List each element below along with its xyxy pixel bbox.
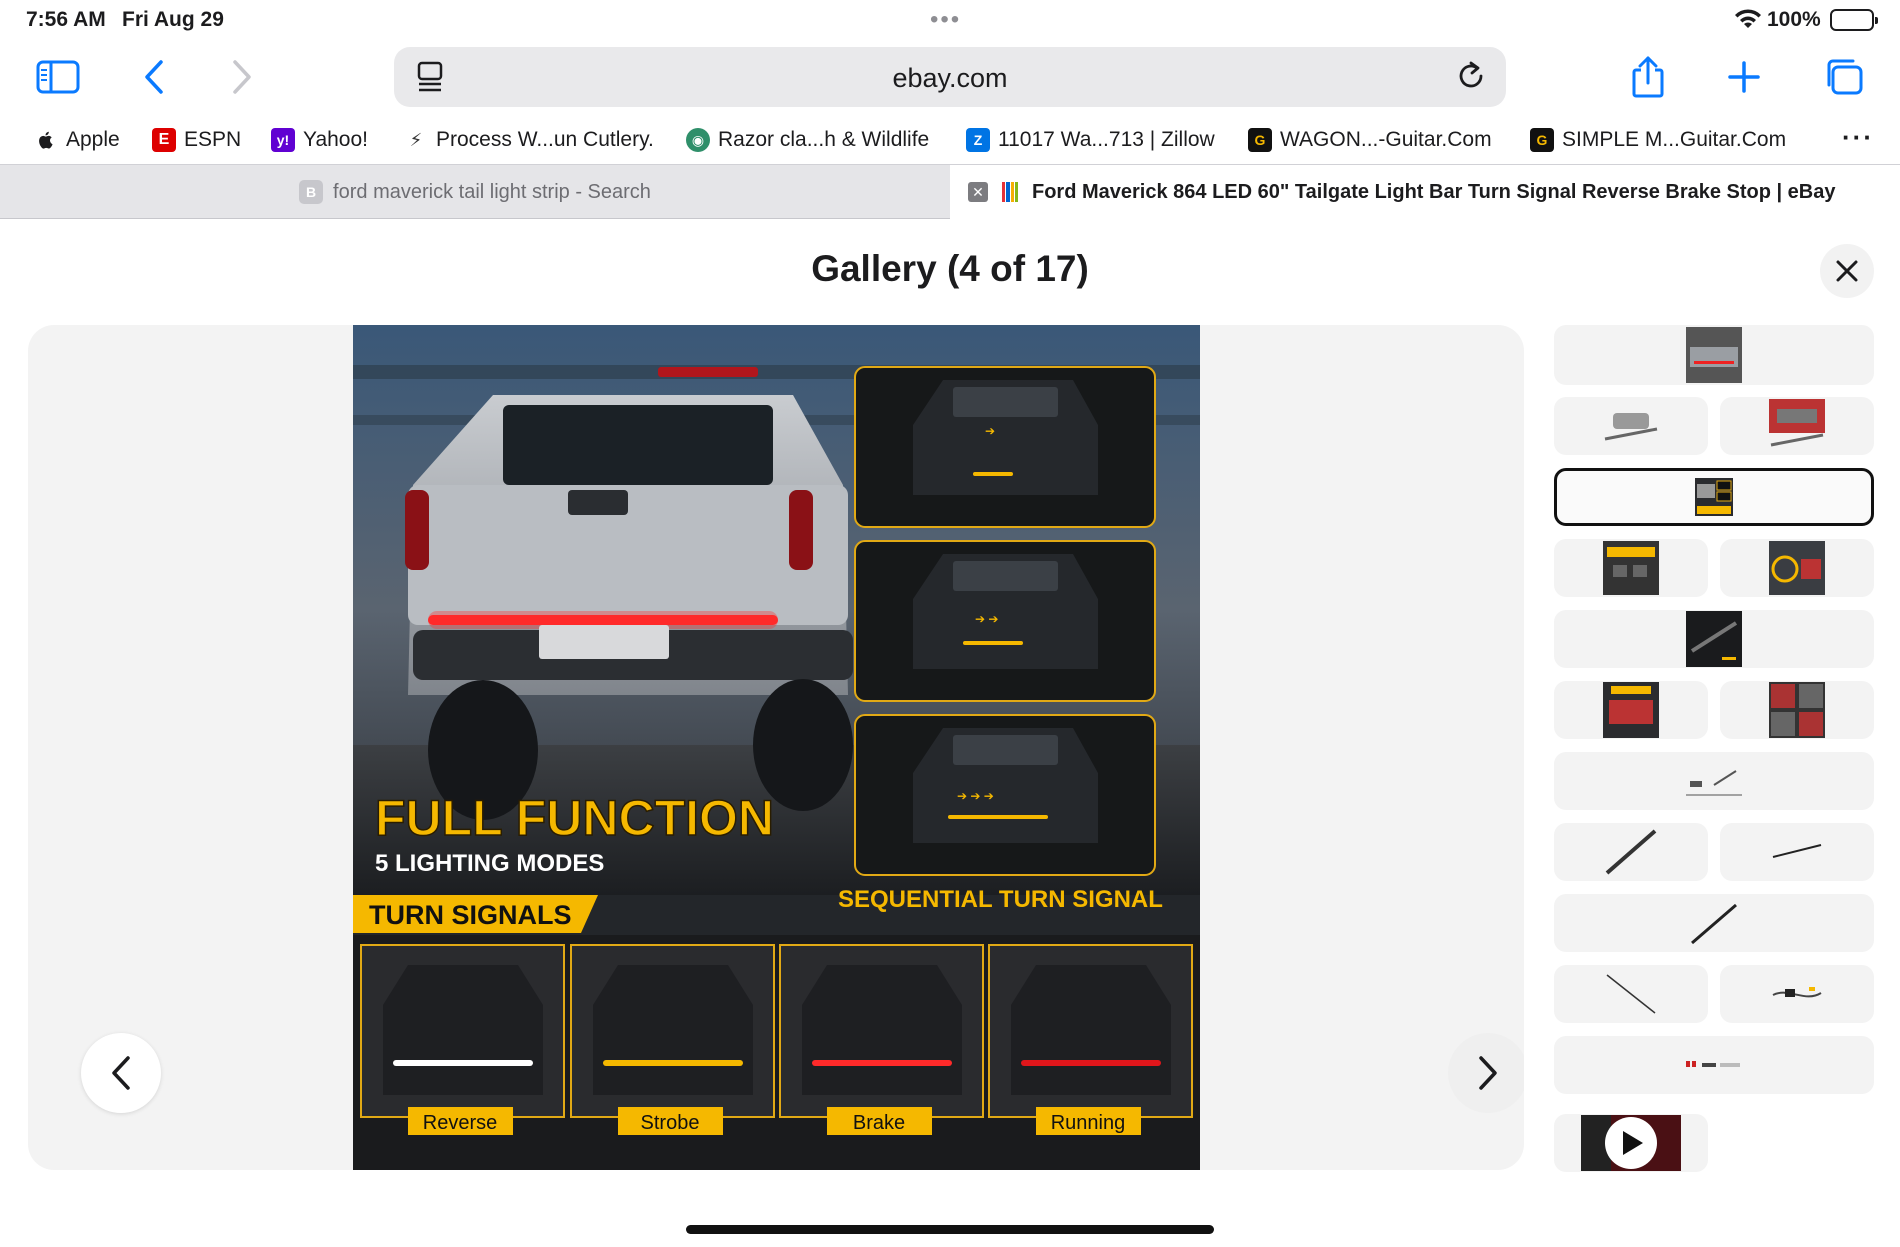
- new-tab-plus-icon[interactable]: [1716, 52, 1772, 102]
- image-sequential-label: SEQUENTIAL TURN SIGNAL: [838, 886, 1163, 913]
- thumbnail-rail: [1554, 325, 1874, 1175]
- browser-toolbar: ebay.com: [0, 40, 1900, 115]
- sidebar-icon[interactable]: [30, 52, 86, 102]
- multitasking-dots-icon[interactable]: •••: [930, 6, 961, 34]
- svg-text:➔: ➔: [985, 424, 995, 438]
- close-icon: [1836, 260, 1858, 282]
- favorite-razor-clam[interactable]: ◉ Razor cla...h & Wildlife: [686, 124, 929, 156]
- tab-title: ford maverick tail light strip - Search: [333, 180, 651, 203]
- thumbnail-13[interactable]: [1554, 894, 1874, 952]
- forward-chevron-icon[interactable]: [214, 52, 270, 102]
- product-image-art: ➔ ➔ ➔ ➔ ➔ ➔ FULL FUNCTION 5 LIGHTING MOD…: [353, 325, 1200, 1170]
- image-subhead: 5 LIGHTING MODES: [375, 850, 604, 877]
- apple-icon: [39, 131, 53, 149]
- thumbnail-9[interactable]: [1720, 681, 1874, 739]
- next-image-button[interactable]: [1448, 1033, 1524, 1113]
- status-bar: 7:56 AM Fri Aug 29 ••• 100%: [0, 0, 1900, 40]
- home-indicator[interactable]: [686, 1225, 1214, 1234]
- mode-label-reverse: Reverse: [423, 1112, 497, 1134]
- url-text: ebay.com: [892, 63, 1008, 93]
- back-chevron-icon[interactable]: [126, 52, 182, 102]
- product-image[interactable]: ➔ ➔ ➔ ➔ ➔ ➔ FULL FUNCTION 5 LIGHTING MOD…: [353, 325, 1200, 1170]
- thumbnail-7[interactable]: [1554, 610, 1874, 668]
- thumbnail-8[interactable]: [1554, 681, 1708, 739]
- favorite-wagon-guitar[interactable]: G WAGON...-Guitar.Com: [1248, 124, 1492, 156]
- mode-label-running: Running: [1051, 1112, 1126, 1134]
- tabs-overview-icon[interactable]: [1816, 52, 1872, 102]
- mode-label-brake: Brake: [853, 1112, 905, 1134]
- favorite-yahoo[interactable]: y! Yahoo!: [271, 124, 368, 156]
- svg-text:➔ ➔ ➔: ➔ ➔ ➔: [957, 789, 994, 803]
- image-headline: FULL FUNCTION: [375, 790, 774, 846]
- thumbnail-5[interactable]: [1554, 539, 1708, 597]
- thumbnail-6[interactable]: [1720, 539, 1874, 597]
- reload-icon[interactable]: [1454, 59, 1488, 93]
- favorites-bar: Apple E ESPN y! Yahoo! ⚡ Process W...un …: [0, 118, 1900, 162]
- chevron-left-icon: [112, 1056, 130, 1090]
- favorite-zillow[interactable]: Z 11017 Wa...713 | Zillow: [966, 124, 1215, 156]
- favorite-label: SIMPLE M...Guitar.Com: [1562, 128, 1787, 151]
- battery-icon: [1830, 9, 1878, 31]
- guitar-icon: G: [1530, 128, 1554, 152]
- thumbnail-11[interactable]: [1554, 823, 1708, 881]
- process-icon: ⚡: [409, 129, 423, 150]
- favorite-apple[interactable]: Apple: [34, 124, 120, 156]
- favorite-label: Apple: [66, 128, 120, 151]
- favorite-process[interactable]: ⚡ Process W...un Cutlery.: [404, 124, 654, 156]
- favorite-label: Razor cla...h & Wildlife: [718, 128, 930, 151]
- close-gallery-button[interactable]: [1820, 244, 1874, 298]
- svg-text:➔ ➔: ➔ ➔: [975, 612, 998, 626]
- battery-percentage: 100%: [1767, 8, 1821, 31]
- status-date: Fri Aug 29: [122, 8, 224, 31]
- favorite-label: WAGON...-Guitar.Com: [1280, 128, 1492, 151]
- ebay-icon: [1002, 182, 1018, 202]
- tab-search[interactable]: B ford maverick tail light strip - Searc…: [0, 165, 950, 219]
- zillow-icon: Z: [966, 128, 990, 152]
- mode-label-strobe: Strobe: [641, 1112, 700, 1134]
- gallery-stage: ➔ ➔ ➔ ➔ ➔ ➔ FULL FUNCTION 5 LIGHTING MOD…: [28, 325, 1524, 1170]
- image-turn-signals-label: TURN SIGNALS: [369, 900, 572, 930]
- status-time: 7:56 AM: [26, 8, 106, 31]
- bing-icon: B: [299, 180, 324, 204]
- thumbnail-15[interactable]: [1720, 965, 1874, 1023]
- tab-title: Ford Maverick 864 LED 60" Tailgate Light…: [1032, 180, 1836, 203]
- favorite-label: ESPN: [184, 128, 242, 151]
- favorite-label: 11017 Wa...713 | Zillow: [998, 128, 1215, 151]
- thumbnail-3[interactable]: [1720, 397, 1874, 455]
- address-bar[interactable]: ebay.com: [394, 47, 1506, 107]
- espn-icon: E: [152, 128, 176, 152]
- thumbnail-10[interactable]: [1554, 752, 1874, 810]
- thumbnail-1[interactable]: [1554, 325, 1874, 385]
- yahoo-icon: y!: [271, 128, 295, 152]
- previous-image-button[interactable]: [81, 1033, 161, 1113]
- thumbnail-16[interactable]: [1554, 1036, 1874, 1094]
- favorite-simple-guitar[interactable]: G SIMPLE M...Guitar.Com: [1530, 124, 1786, 156]
- globe-icon: ◉: [686, 128, 710, 152]
- favorite-espn[interactable]: E ESPN: [152, 124, 241, 156]
- thumbnail-12[interactable]: [1720, 823, 1874, 881]
- more-favorites-icon[interactable]: ···: [1842, 122, 1874, 153]
- chevron-right-icon: [1479, 1056, 1497, 1090]
- wifi-icon: [1735, 9, 1761, 28]
- close-tab-icon[interactable]: ✕: [968, 182, 988, 202]
- tab-bar: B ford maverick tail light strip - Searc…: [0, 164, 1900, 219]
- thumbnail-4-selected[interactable]: [1554, 468, 1874, 526]
- gallery-title: Gallery (4 of 17): [811, 248, 1089, 289]
- guitar-icon: G: [1248, 128, 1272, 152]
- favorite-label: Process W...un Cutlery.: [436, 128, 654, 151]
- thumbnail-14[interactable]: [1554, 965, 1708, 1023]
- tab-ebay[interactable]: ✕ Ford Maverick 864 LED 60" Tailgate Lig…: [950, 165, 1900, 219]
- share-icon[interactable]: [1620, 52, 1676, 102]
- favorite-label: Yahoo!: [303, 128, 368, 151]
- thumbnail-17-video[interactable]: [1554, 1114, 1708, 1172]
- thumbnail-2[interactable]: [1554, 397, 1708, 455]
